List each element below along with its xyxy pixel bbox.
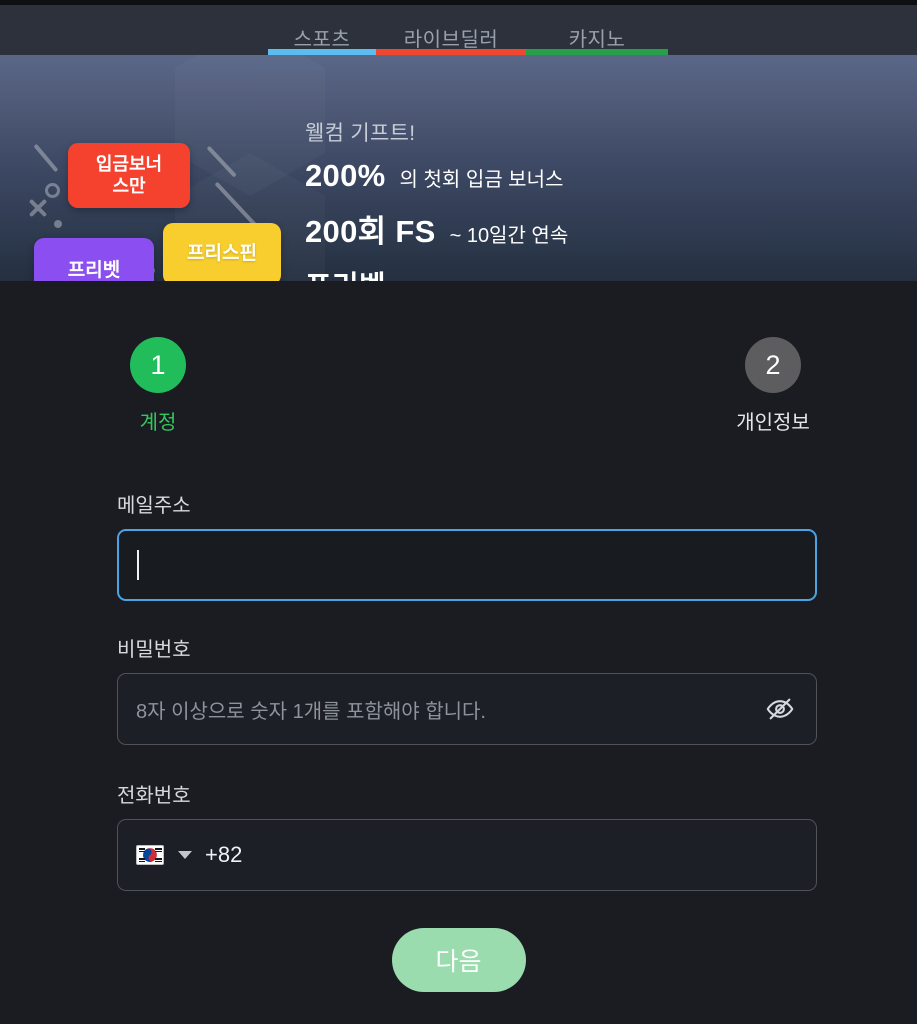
chip-deposit-bonus-label: 입금보너 스만 xyxy=(95,154,163,196)
phone-dial-code: +82 xyxy=(205,842,243,867)
banner-offer-1-desc: 의 첫회 입금 보너스 xyxy=(399,169,564,191)
email-field-group: 메일주소 xyxy=(117,489,817,601)
banner-offer-1-amount: 200% xyxy=(305,158,386,193)
eye-off-icon[interactable] xyxy=(763,692,797,726)
banner-offer-2-amount: 200회 FS xyxy=(305,214,436,249)
stepper-step-personal-info[interactable]: 2 개인정보 xyxy=(718,337,828,435)
stepper-step-2-number: 2 xyxy=(765,349,781,380)
stepper-step-1-number: 1 xyxy=(150,349,166,380)
next-button[interactable]: 다음 xyxy=(391,928,526,992)
email-label: 메일주소 xyxy=(117,495,191,517)
stepper-step-account[interactable]: 1 계정 xyxy=(103,337,213,435)
tab-live-dealer[interactable]: 라이브딜러 xyxy=(376,5,526,55)
phone-input[interactable]: +82 xyxy=(117,819,817,891)
submit-row: 다음 xyxy=(0,928,917,992)
password-field-group: 비밀번호 8자 이상으로 숫자 1개를 포함해야 합니다. xyxy=(117,633,817,745)
chip-free-spin-label: 프리스핀 xyxy=(187,242,257,264)
top-tab-bar: 스포츠 라이브딜러 카지노 xyxy=(0,5,917,56)
chevron-down-icon xyxy=(178,851,192,859)
chip-deposit-bonus: 입금보너 스만 xyxy=(68,143,190,208)
password-label: 비밀번호 xyxy=(117,639,191,661)
stepper-step-2-circle: 2 xyxy=(745,337,801,393)
password-placeholder: 8자 이상으로 숫자 1개를 포함해야 합니다. xyxy=(136,700,486,723)
x-mark-icon xyxy=(27,197,49,219)
chip-free-spin: 프리스핀 xyxy=(163,223,281,281)
text-caret xyxy=(137,550,139,580)
signup-stepper: 1 계정 2 개인정보 xyxy=(0,337,917,704)
tab-sports[interactable]: 스포츠 xyxy=(268,5,376,55)
banner-offer-line-1: 200% 의 첫회 입금 보너스 xyxy=(305,158,568,194)
stepper-step-1-circle: 1 xyxy=(130,337,186,393)
banner-welcome-text: 웰컴 기프트! xyxy=(305,122,416,145)
chip-free-bet-label: 프리벳 xyxy=(67,259,121,281)
tab-list: 스포츠 라이브딜러 카지노 xyxy=(268,5,668,55)
country-selector[interactable]: +82 xyxy=(136,842,242,868)
tab-casino[interactable]: 카지노 xyxy=(526,5,668,55)
signup-form: 메일주소 비밀번호 8자 이상으로 숫자 1개를 포함해야 합니다. 전화번호 … xyxy=(117,489,817,891)
chip-free-bet: 프리벳 xyxy=(34,238,154,281)
email-input[interactable] xyxy=(117,529,817,601)
stepper-step-2-label: 개인정보 xyxy=(736,412,810,434)
password-input[interactable]: 8자 이상으로 숫자 1개를 포함해야 합니다. xyxy=(117,673,817,745)
stepper-step-1-label: 계정 xyxy=(139,412,177,434)
banner-offer-2-desc: ~ 10일간 연속 xyxy=(449,225,569,247)
banner-offer-line-3: 프리벳 xyxy=(305,263,568,281)
phone-field-group: 전화번호 +82 xyxy=(117,779,817,891)
south-korea-flag-icon xyxy=(136,845,164,865)
promo-banner[interactable]: 입금보너 스만 프리스핀 프리벳 웰컴 기프트! 200% 의 첫회 입금 보너… xyxy=(0,55,917,281)
banner-offer-line-2: 200회 FS ~ 10일간 연속 xyxy=(305,206,568,251)
phone-label: 전화번호 xyxy=(117,785,191,807)
signup-screen: 스포츠 라이브딜러 카지노 입금보너 스만 프리스핀 프리벳 웰컴 기프트! 2… xyxy=(0,0,917,1024)
banner-text-block: 웰컴 기프트! 200% 의 첫회 입금 보너스 200회 FS ~ 10일간 … xyxy=(305,117,568,281)
